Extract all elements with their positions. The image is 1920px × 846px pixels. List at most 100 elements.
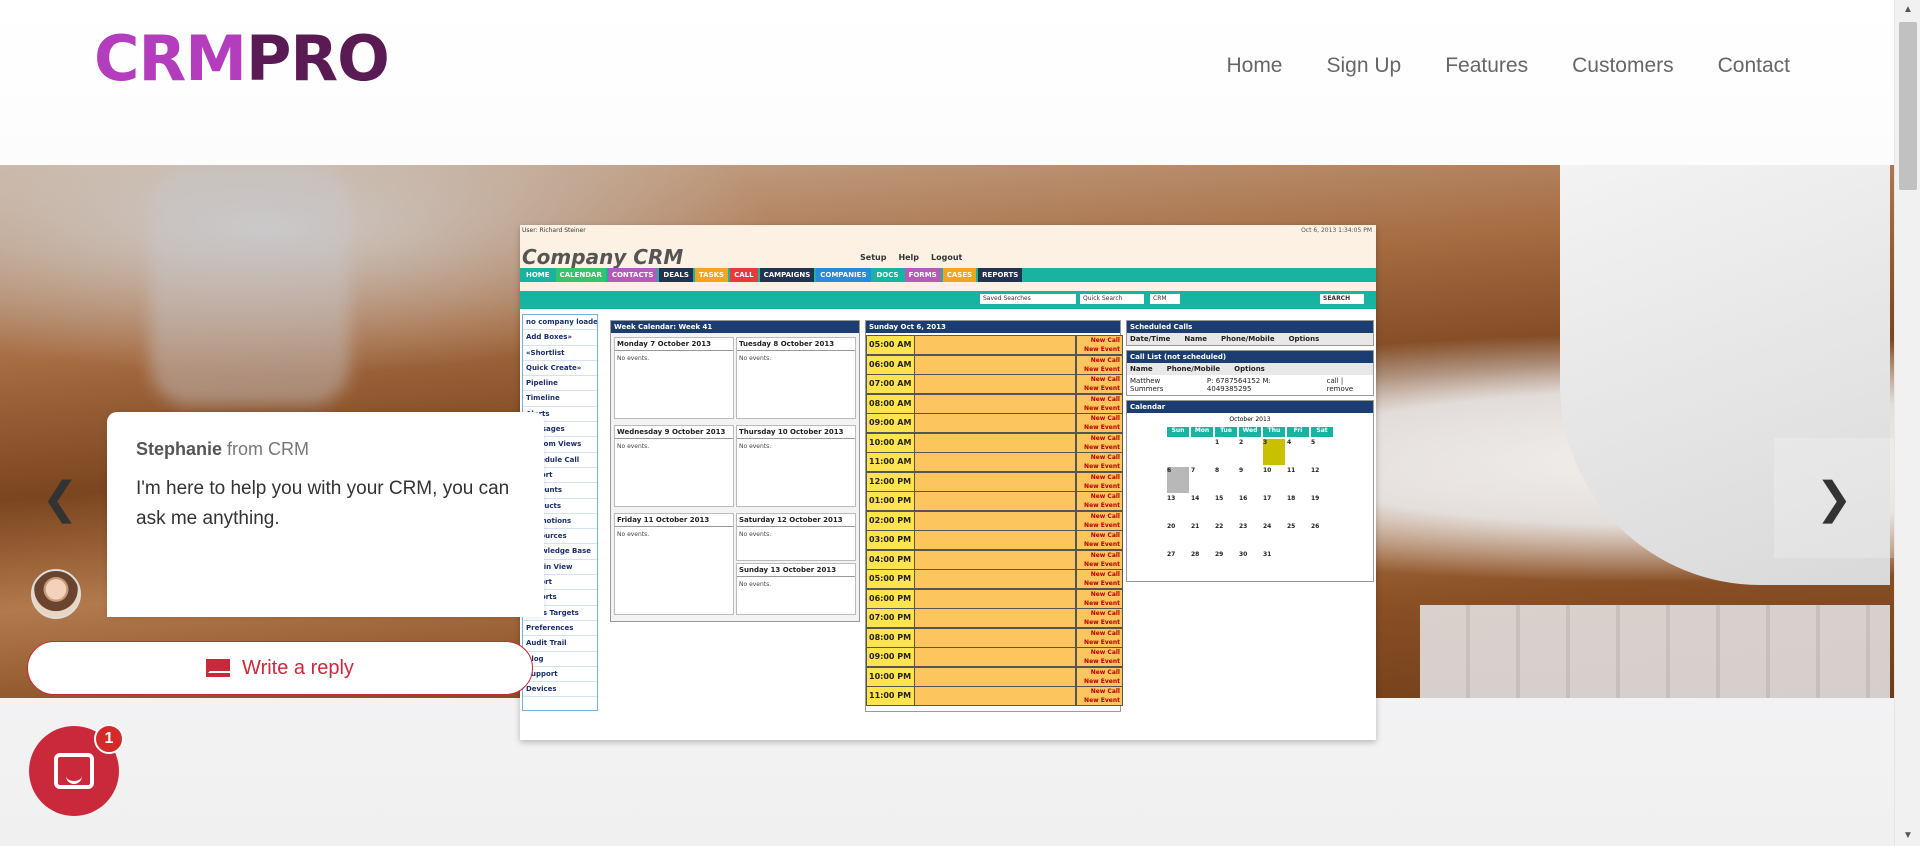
page-scrollbar[interactable]: ▲ ▼ xyxy=(1894,0,1920,846)
crm-new-call: New Call xyxy=(1090,532,1120,539)
crm-cal-date: 31 xyxy=(1263,551,1285,577)
nav-features[interactable]: Features xyxy=(1445,54,1528,78)
crm-cal-date xyxy=(1191,439,1213,465)
scroll-up-icon[interactable]: ▲ xyxy=(1895,0,1920,20)
crm-new-event: New Event xyxy=(1084,541,1120,548)
crm-day-label: Wednesday 9 October 2013 xyxy=(615,426,733,439)
crm-new-call: New Call xyxy=(1090,512,1120,520)
crm-left-item: Timeline xyxy=(523,391,597,407)
crm-hour-slot xyxy=(914,354,1076,375)
write-reply-button[interactable]: Write a reply xyxy=(27,641,533,695)
crm-menu-item: FORMS xyxy=(904,268,941,282)
write-reply-label: Write a reply xyxy=(242,656,354,679)
crm-hour-actions: New Call New Event xyxy=(1076,530,1123,550)
crm-calllist-header: Name Phone/Mobile Options xyxy=(1127,363,1373,375)
crm-cal-date xyxy=(1167,439,1189,465)
crm-hour-row: 08:00 PM New Call New Event xyxy=(866,627,1123,648)
crm-new-event: New Event xyxy=(1084,658,1120,665)
crm-left-item: Preferences xyxy=(523,621,597,637)
crm-hour-slot xyxy=(914,432,1076,453)
crm-day-label: Sunday 13 October 2013 xyxy=(737,564,855,577)
crm-day-box: Saturday 12 October 2013 No events. xyxy=(736,513,856,561)
crm-menu-item: DEALS xyxy=(659,268,693,282)
crm-day-note: No events. xyxy=(617,355,650,362)
crm-cal-date: 23 xyxy=(1239,523,1261,549)
nav-home[interactable]: Home xyxy=(1226,54,1282,78)
crm-logout: Logout xyxy=(931,253,963,262)
crm-hour-actions: New Call New Event xyxy=(1076,452,1123,472)
crm-day-box: Wednesday 9 October 2013 No events. xyxy=(614,425,734,507)
crm-new-event: New Event xyxy=(1084,697,1120,704)
crm-left-item: Quick Create» xyxy=(523,361,597,377)
crm-hour-row: 06:00 PM New Call New Event xyxy=(866,588,1123,609)
crm-right-panels: Scheduled Calls Date/Time Name Phone/Mob… xyxy=(1126,320,1374,586)
carousel-prev-button[interactable]: ❮ xyxy=(0,438,120,558)
page: CRMPRO Home Sign Up Features Customers C… xyxy=(0,0,1894,846)
crm-left-item: «Shortlist xyxy=(523,346,597,361)
nav-contact[interactable]: Contact xyxy=(1718,54,1790,78)
crm-cal-weekday: Fri xyxy=(1287,427,1309,437)
crm-hour-row: 05:00 AM New Call New Event xyxy=(866,335,1123,355)
logo[interactable]: CRMPRO xyxy=(94,24,390,94)
crm-cal-date: 30 xyxy=(1239,551,1261,577)
avatar xyxy=(31,569,81,619)
scrollbar-thumb[interactable] xyxy=(1899,22,1917,190)
crm-cal-date: 13 xyxy=(1167,495,1189,521)
crm-cal-date: 26 xyxy=(1311,523,1333,549)
crm-hour-slot xyxy=(914,530,1076,550)
crm-new-call: New Call xyxy=(1090,337,1120,344)
crm-day-note: No events. xyxy=(739,581,772,588)
crm-cal-date: 1 xyxy=(1215,439,1237,465)
crm-day-label: Saturday 12 October 2013 xyxy=(737,514,855,527)
crm-cal-picker: October 2013 xyxy=(1127,413,1373,423)
crm-cal-year: 2013 xyxy=(1255,416,1271,423)
nav-customers[interactable]: Customers xyxy=(1572,54,1674,78)
crm-left-item: Audit Trail xyxy=(523,636,597,652)
crm-hour-row: 10:00 AM New Call New Event xyxy=(866,432,1123,453)
crm-user: User: Richard Steiner xyxy=(522,227,586,234)
crm-new-call: New Call xyxy=(1090,571,1120,578)
crm-col: Name xyxy=(1184,335,1208,343)
crm-calllist-title: Call List (not scheduled) xyxy=(1127,351,1373,363)
crm-menu-item: CALENDAR xyxy=(555,268,606,282)
crm-hour-slot xyxy=(914,374,1076,394)
crm-col: Date/Time xyxy=(1130,335,1171,343)
crm-new-event: New Event xyxy=(1084,638,1120,646)
nav-sign-up[interactable]: Sign Up xyxy=(1327,54,1402,78)
crm-hour-label: 09:00 PM xyxy=(866,647,916,667)
carousel-next-button[interactable]: ❯ xyxy=(1774,438,1894,558)
crm-new-event: New Event xyxy=(1084,346,1120,353)
crm-app-screenshot: User: Richard Steiner Oct 6, 2013 1:34:0… xyxy=(520,225,1376,740)
crm-cal-date: 28 xyxy=(1191,551,1213,577)
crm-hour-slot xyxy=(914,608,1076,628)
crm-new-call: New Call xyxy=(1090,610,1120,617)
crm-menu-item: CALL xyxy=(730,268,758,282)
crm-cal-date: 25 xyxy=(1287,523,1309,549)
crm-new-call: New Call xyxy=(1090,376,1120,383)
crm-hour-row: 03:00 PM New Call New Event xyxy=(866,530,1123,550)
crm-hour-actions: New Call New Event xyxy=(1076,413,1123,433)
crm-hour-actions: New Call New Event xyxy=(1076,354,1123,375)
crm-cal-date: 4 xyxy=(1287,439,1309,465)
crm-menu-item: REPORTS xyxy=(978,268,1023,282)
crm-hour-slot xyxy=(914,413,1076,433)
crm-cal-weekday: Wed xyxy=(1239,427,1261,437)
crm-hour-row: 07:00 AM New Call New Event xyxy=(866,374,1123,394)
crm-new-event: New Event xyxy=(1084,443,1120,451)
scroll-down-icon[interactable]: ▼ xyxy=(1895,826,1920,846)
crm-day-note: No events. xyxy=(739,443,772,450)
crm-search-mode: CRM xyxy=(1150,294,1180,304)
crm-hour-label: 06:00 PM xyxy=(866,588,916,609)
crm-hour-actions: New Call New Event xyxy=(1076,588,1123,609)
crm-hour-label: 06:00 AM xyxy=(866,354,916,375)
crm-hour-label: 08:00 AM xyxy=(866,393,916,414)
crm-cal-date: 15 xyxy=(1215,495,1237,521)
crm-cal-date: 22 xyxy=(1215,523,1237,549)
crm-hour-actions: New Call New Event xyxy=(1076,393,1123,414)
crm-scheduled-header: Date/Time Name Phone/Mobile Options xyxy=(1127,333,1373,345)
crm-cal-date: 24 xyxy=(1263,523,1285,549)
crm-new-event: New Event xyxy=(1084,619,1120,626)
crm-hour-actions: New Call New Event xyxy=(1076,432,1123,453)
crm-hour-actions: New Call New Event xyxy=(1076,510,1123,531)
chat-message-text: I'm here to help you with your CRM, you … xyxy=(136,478,510,529)
